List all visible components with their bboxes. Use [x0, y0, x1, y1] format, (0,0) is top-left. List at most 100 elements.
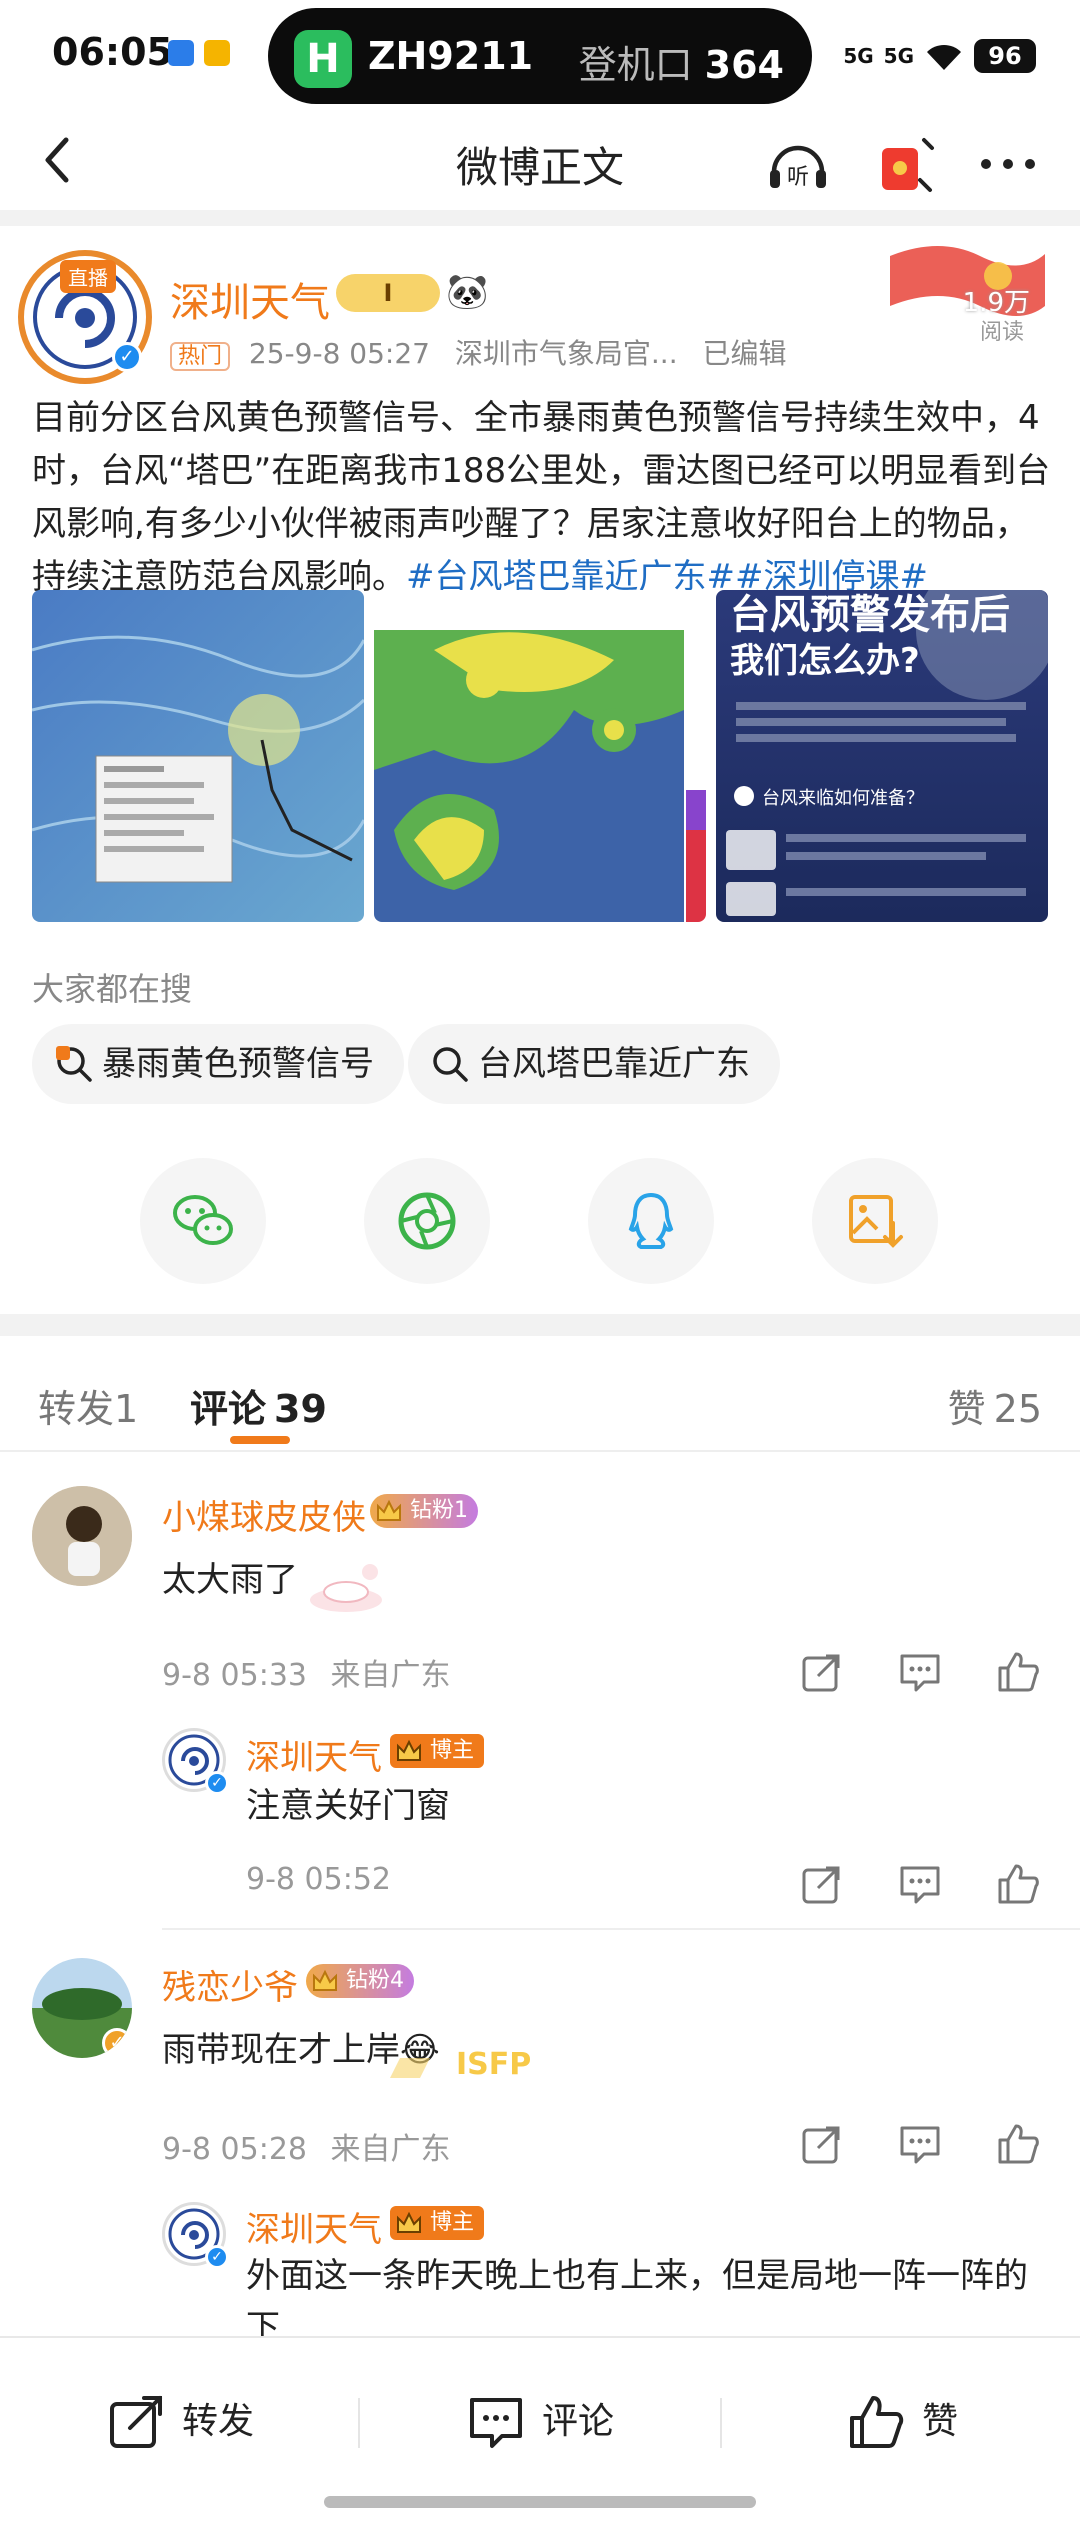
guide-section: 台风来临如何准备？ [762, 788, 924, 809]
signal-5g-2-icon: 5G [883, 44, 914, 68]
comment-item: ✓ 残恋少爷 钻粉4 雨带现在才上岸😂 ISFP 9-8 05:28 来自广东 … [0, 1938, 1080, 2348]
crown-icon [313, 1969, 337, 1991]
wechat-icon [173, 1195, 233, 1245]
trending-searches-label: 大家都在搜 [32, 970, 193, 1008]
reply-author-name[interactable]: 深圳天气 [246, 1730, 382, 1779]
more-icon[interactable] [976, 132, 1040, 196]
commenter-avatar[interactable]: ✓ [32, 1958, 132, 2058]
tab-likes[interactable]: 赞 25 [948, 1378, 1042, 1433]
home-indicator[interactable] [324, 2496, 756, 2508]
comment-time: 9-8 05:28 [162, 2132, 307, 2167]
search-chip-typhoon[interactable]: 台风塔巴靠近广东 [408, 1024, 780, 1104]
guide-title: 台风预警发布后 [730, 592, 1010, 638]
like-button-label: 赞 [922, 2401, 959, 2442]
reply-author-avatar[interactable]: ✓ [162, 2202, 229, 2269]
reply-icon[interactable] [898, 1862, 942, 1906]
vip-badge[interactable]: I [336, 274, 440, 312]
comment-meta: 9-8 05:33 来自广东 [162, 1650, 451, 1694]
repost-button[interactable]: 转发 [106, 2392, 266, 2452]
post-time: 25-9-8 05:27 [248, 337, 430, 370]
reply-icon[interactable] [898, 2122, 942, 2166]
host-badge-label: 博主 [430, 2210, 475, 2235]
listen-icon[interactable]: 听 [766, 132, 830, 196]
crown-icon [377, 1499, 401, 1521]
fan-badge-label: 钻粉1 [410, 1498, 468, 1523]
commenter-name[interactable]: 小煤球皮皮侠 [162, 1490, 366, 1539]
status-bar: 06:05 H ZH9211 登机口 364 5G 5G 96 [0, 0, 1080, 110]
save-image-button[interactable] [812, 1158, 938, 1284]
tab-reposts[interactable]: 转发1 [38, 1378, 138, 1433]
author-avatar[interactable]: 直播 ✓ [18, 250, 152, 384]
post-image-radar[interactable] [374, 590, 706, 922]
active-tab-indicator [230, 1436, 290, 1444]
tab-likes-label: 赞 [947, 1387, 986, 1431]
post-meta: 热门 25-9-8 05:27 深圳市气象局官... 已编辑 [170, 332, 787, 372]
live-tag: 直播 [60, 260, 116, 293]
host-badge: 博主 [390, 2206, 485, 2240]
repost-icon[interactable] [800, 1650, 844, 1694]
post-image-typhoon-map[interactable] [32, 590, 364, 922]
like-icon [850, 2396, 904, 2448]
hot-tag: 热门 [170, 342, 231, 371]
dynamic-island-flight[interactable]: H ZH9211 登机口 364 [268, 8, 812, 104]
comment-decoration-icon [310, 1564, 382, 1612]
repost-icon[interactable] [800, 1862, 844, 1906]
reply-author-avatar[interactable]: ✓ [162, 1728, 229, 1795]
tab-reposts-label: 转发 [38, 1387, 115, 1431]
search-chip-label: 暴雨黄色预警信号 [102, 1044, 374, 1084]
like-icon[interactable] [996, 1862, 1040, 1906]
commenter-name[interactable]: 残恋少爷 [162, 1960, 298, 2009]
hot-search-icon [56, 1046, 92, 1082]
comment-text: 太大雨了 [162, 1560, 298, 1600]
interaction-tabs: 转发1 评论 39 赞 25 [0, 1336, 1080, 1452]
comment-location: 来自广东 [330, 1658, 451, 1693]
author-name[interactable]: 深圳天气 [170, 270, 330, 328]
fan-badge[interactable]: 钻粉4 [306, 1964, 414, 1998]
edited-label[interactable]: 已编辑 [703, 337, 787, 370]
guide-subtitle: 我们怎么办? [730, 641, 920, 681]
comment-button-label: 评论 [542, 2401, 615, 2442]
repost-button-label: 转发 [182, 2401, 255, 2442]
panda-icon: 🐼 [446, 272, 489, 312]
post-source[interactable]: 深圳市气象局官... [455, 337, 678, 370]
divider [0, 210, 1080, 226]
qq-icon [628, 1192, 674, 1249]
like-button[interactable]: 赞 [846, 2392, 986, 2452]
commenter-avatar[interactable] [32, 1486, 132, 1586]
post-text: 目前分区台风黄色预警信号、全市暴雨黄色预警信号持续生效中，4时，台风“塔巴”在距… [32, 392, 1052, 604]
share-moments-button[interactable] [364, 1158, 490, 1284]
reply-icon[interactable] [898, 1650, 942, 1694]
comment-button[interactable]: 评论 [466, 2392, 626, 2452]
search-chip-rainstorm[interactable]: 暴雨黄色预警信号 [32, 1024, 404, 1104]
post-image-typhoon-guide[interactable]: 台风预警发布后 我们怎么办? 台风来临如何准备？ [716, 590, 1048, 922]
repost-icon [110, 2396, 162, 2448]
host-badge-label: 博主 [430, 1738, 475, 1763]
divider [720, 2398, 722, 2448]
share-wechat-button[interactable] [140, 1158, 266, 1284]
share-qq-button[interactable] [588, 1158, 714, 1284]
tab-comments-count: 39 [274, 1387, 327, 1431]
moments-icon [398, 1192, 456, 1250]
host-badge: 博主 [390, 1734, 485, 1768]
like-icon[interactable] [996, 2122, 1040, 2166]
red-packet-icon[interactable] [874, 132, 938, 196]
verified-icon: ✓ [112, 342, 142, 372]
notification-icon [168, 40, 194, 66]
comment-item: 小煤球皮皮侠 钻粉1 太大雨了 9-8 05:33 来自广东 ✓ 深圳天气 博主… [0, 1452, 1080, 1938]
tab-comments[interactable]: 评论 39 [190, 1378, 327, 1433]
comment-meta: 9-8 05:28 来自广东 [162, 2124, 451, 2168]
tab-reposts-count: 1 [114, 1387, 139, 1431]
verified-icon: ✓ [205, 2245, 229, 2269]
status-icons: 5G 5G 96 [843, 36, 1036, 76]
mail-icon [204, 40, 230, 66]
repost-icon[interactable] [800, 2122, 844, 2166]
reply-time: 9-8 05:52 [246, 1862, 391, 1897]
flight-number: ZH9211 [368, 34, 534, 78]
like-icon[interactable] [996, 1650, 1040, 1694]
reply-author-name[interactable]: 深圳天气 [246, 2202, 382, 2251]
search-chip-label: 台风塔巴靠近广东 [478, 1044, 750, 1084]
comment-location: 来自广东 [330, 2132, 451, 2167]
status-time: 06:05 [52, 30, 173, 74]
gate-number: 364 [704, 43, 784, 87]
fan-badge[interactable]: 钻粉1 [370, 1494, 478, 1528]
